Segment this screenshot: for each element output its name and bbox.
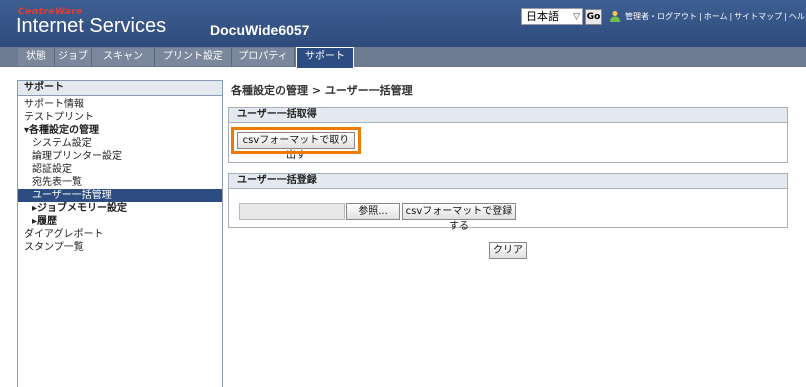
browse-button[interactable]: 参照... <box>346 203 400 220</box>
page-title: 各種設定の管理 > ユーザー一括管理 <box>231 84 413 97</box>
admin-logout-link[interactable]: 管理者・ログアウト <box>625 12 697 21</box>
sidebar-item-logical-printer[interactable]: 論理プリンター設定 <box>18 150 222 163</box>
sidebar-item-job-memory[interactable]: ▸ジョブメモリー設定 <box>18 202 222 215</box>
import-panel-title: ユーザー一括登録 <box>229 174 787 189</box>
sitemap-link[interactable]: サイトマップ <box>734 12 782 21</box>
tab-jobs[interactable]: ジョブ <box>55 48 92 66</box>
language-value: 日本語 <box>526 10 559 23</box>
tab-status[interactable]: 状態 <box>18 48 55 66</box>
import-csv-button[interactable]: csvフォーマットで登録する <box>402 203 516 232</box>
sidebar-item-support-info[interactable]: サポート情報 <box>18 98 222 111</box>
go-button[interactable]: Go <box>585 9 602 25</box>
sidebar-item-test-print[interactable]: テストプリント <box>18 111 222 124</box>
tab-print-settings[interactable]: プリント設定 <box>155 48 232 66</box>
sidebar-item-auth-settings[interactable]: 認証設定 <box>18 163 222 176</box>
chevron-down-icon: ▽ <box>573 12 580 22</box>
brand-title: Internet Services <box>16 15 167 37</box>
sidebar-item-address-book[interactable]: 宛先表一覧 <box>18 176 222 189</box>
sidebar-item-diag-report[interactable]: ダイアグレポート <box>18 228 222 241</box>
tab-properties[interactable]: プロパティ <box>232 48 295 66</box>
sidebar-item-user-bulk-management[interactable]: ユーザー一括管理 <box>18 189 222 202</box>
sidebar-item-stamp-list[interactable]: スタンプ一覧 <box>18 241 222 254</box>
tab-support[interactable]: サポート <box>296 47 354 68</box>
help-link[interactable]: ヘルプ <box>789 12 806 21</box>
highlight-frame <box>231 127 361 154</box>
sidebar: サポート サポート情報 テストプリント ▾各種設定の管理 システム設定 論理プリ… <box>17 80 223 387</box>
export-panel-title: ユーザー一括取得 <box>229 108 787 123</box>
sidebar-item-settings-management[interactable]: ▾各種設定の管理 <box>18 124 222 137</box>
clear-button[interactable]: クリア <box>489 242 527 259</box>
home-link[interactable]: ホーム <box>704 12 728 21</box>
language-select[interactable]: 日本語 ▽ <box>521 8 583 25</box>
top-links: 管理者・ログアウト|ホーム|サイトマップ|ヘルプ <box>623 11 806 22</box>
sidebar-item-history[interactable]: ▸履歴 <box>18 215 222 228</box>
sidebar-item-system-settings[interactable]: システム設定 <box>18 137 222 150</box>
user-icon <box>610 11 620 22</box>
device-model: DocuWide6057 <box>210 22 310 38</box>
sidebar-title: サポート <box>18 81 222 96</box>
tab-scan[interactable]: スキャン <box>92 48 155 66</box>
header-bar: CentreWare Internet Services DocuWide605… <box>0 0 806 47</box>
file-path-input[interactable] <box>239 203 345 220</box>
